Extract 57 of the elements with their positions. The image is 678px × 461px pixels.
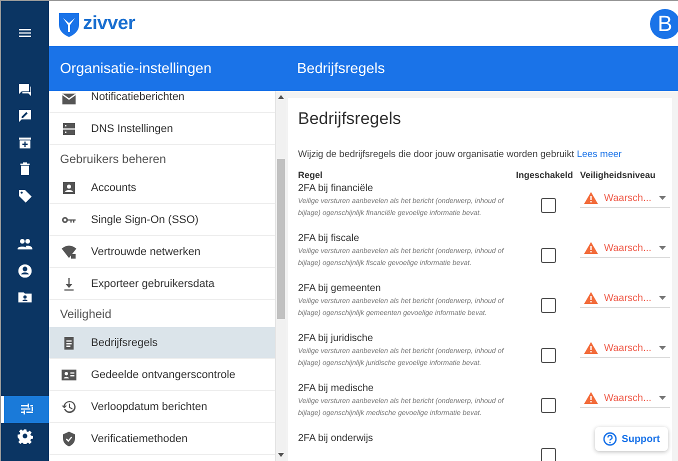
warning-icon	[584, 192, 598, 204]
intro-text: Wijzig de bedrijfsregels die door jouw organisatie worden gebruikt Lees meer	[298, 149, 623, 160]
section-header: Veiligheid	[59, 306, 112, 322]
caret-icon	[659, 196, 666, 200]
sidebar-item[interactable]: Notificatieberichten	[49, 91, 275, 113]
warning-icon	[584, 342, 598, 354]
column-header: Veiligheidsniveau	[580, 170, 657, 180]
caret-icon	[659, 296, 666, 300]
rule-title: 2FA bij onderwijs	[298, 433, 374, 444]
rule-title: 2FA bij medische	[298, 383, 375, 394]
compose-icon	[17, 108, 33, 124]
scroll-down-icon[interactable]	[277, 452, 285, 458]
heading: Bedrijfsregels	[298, 109, 402, 129]
chat-icon	[17, 82, 33, 98]
warning-icon	[584, 242, 598, 254]
checkbox[interactable]	[540, 298, 556, 313]
rule-title: 2FA bij financiële	[298, 183, 374, 194]
scroll-up-icon[interactable]	[277, 94, 285, 100]
checkbox[interactable]	[540, 448, 556, 461]
support-button[interactable]: Support	[594, 427, 668, 451]
panel-title: Organisatie-instellingen	[49, 46, 286, 91]
logo-icon	[58, 10, 80, 36]
id-card-icon	[61, 366, 77, 382]
checkbox[interactable]	[540, 348, 556, 363]
page-title: Bedrijfsregels	[286, 46, 678, 91]
account-icon	[17, 262, 33, 279]
rule-title: 2FA bij fiscale	[298, 233, 360, 244]
read-more-link[interactable]: Lees meer	[576, 149, 622, 160]
people-icon	[17, 236, 33, 252]
tag-icon	[17, 188, 33, 204]
checkbox[interactable]	[540, 198, 556, 213]
contact-card-icon	[61, 180, 77, 196]
warning-icon	[584, 292, 598, 304]
history-icon	[61, 398, 77, 414]
section-header: Gebruikers beheren	[59, 150, 168, 168]
column-header: Regel	[298, 170, 324, 180]
caret-icon	[659, 346, 666, 350]
server-icon	[61, 120, 77, 136]
settings-icon	[17, 428, 33, 444]
user-avatar[interactable]: B	[650, 8, 678, 38]
scrollbar[interactable]	[275, 91, 286, 461]
caret-icon	[659, 246, 666, 250]
rule-title: 2FA bij juridische	[298, 333, 374, 344]
envelope-icon	[61, 91, 77, 107]
column-header: Ingeschakeld	[516, 170, 574, 180]
sidebar-item[interactable]: Bedrijfsregels	[49, 327, 275, 359]
wifi-lock-icon	[61, 244, 77, 260]
help-icon	[602, 432, 617, 446]
rule-title: 2FA bij gemeenten	[298, 283, 382, 294]
warning-icon	[584, 392, 598, 404]
sliders-icon	[18, 401, 34, 417]
checkbox[interactable]	[540, 248, 556, 263]
shield-icon	[61, 430, 77, 446]
archive-box-icon	[17, 134, 33, 151]
caret-icon	[659, 396, 666, 400]
checkbox[interactable]	[540, 398, 556, 413]
logo-text: zivver	[83, 12, 136, 34]
